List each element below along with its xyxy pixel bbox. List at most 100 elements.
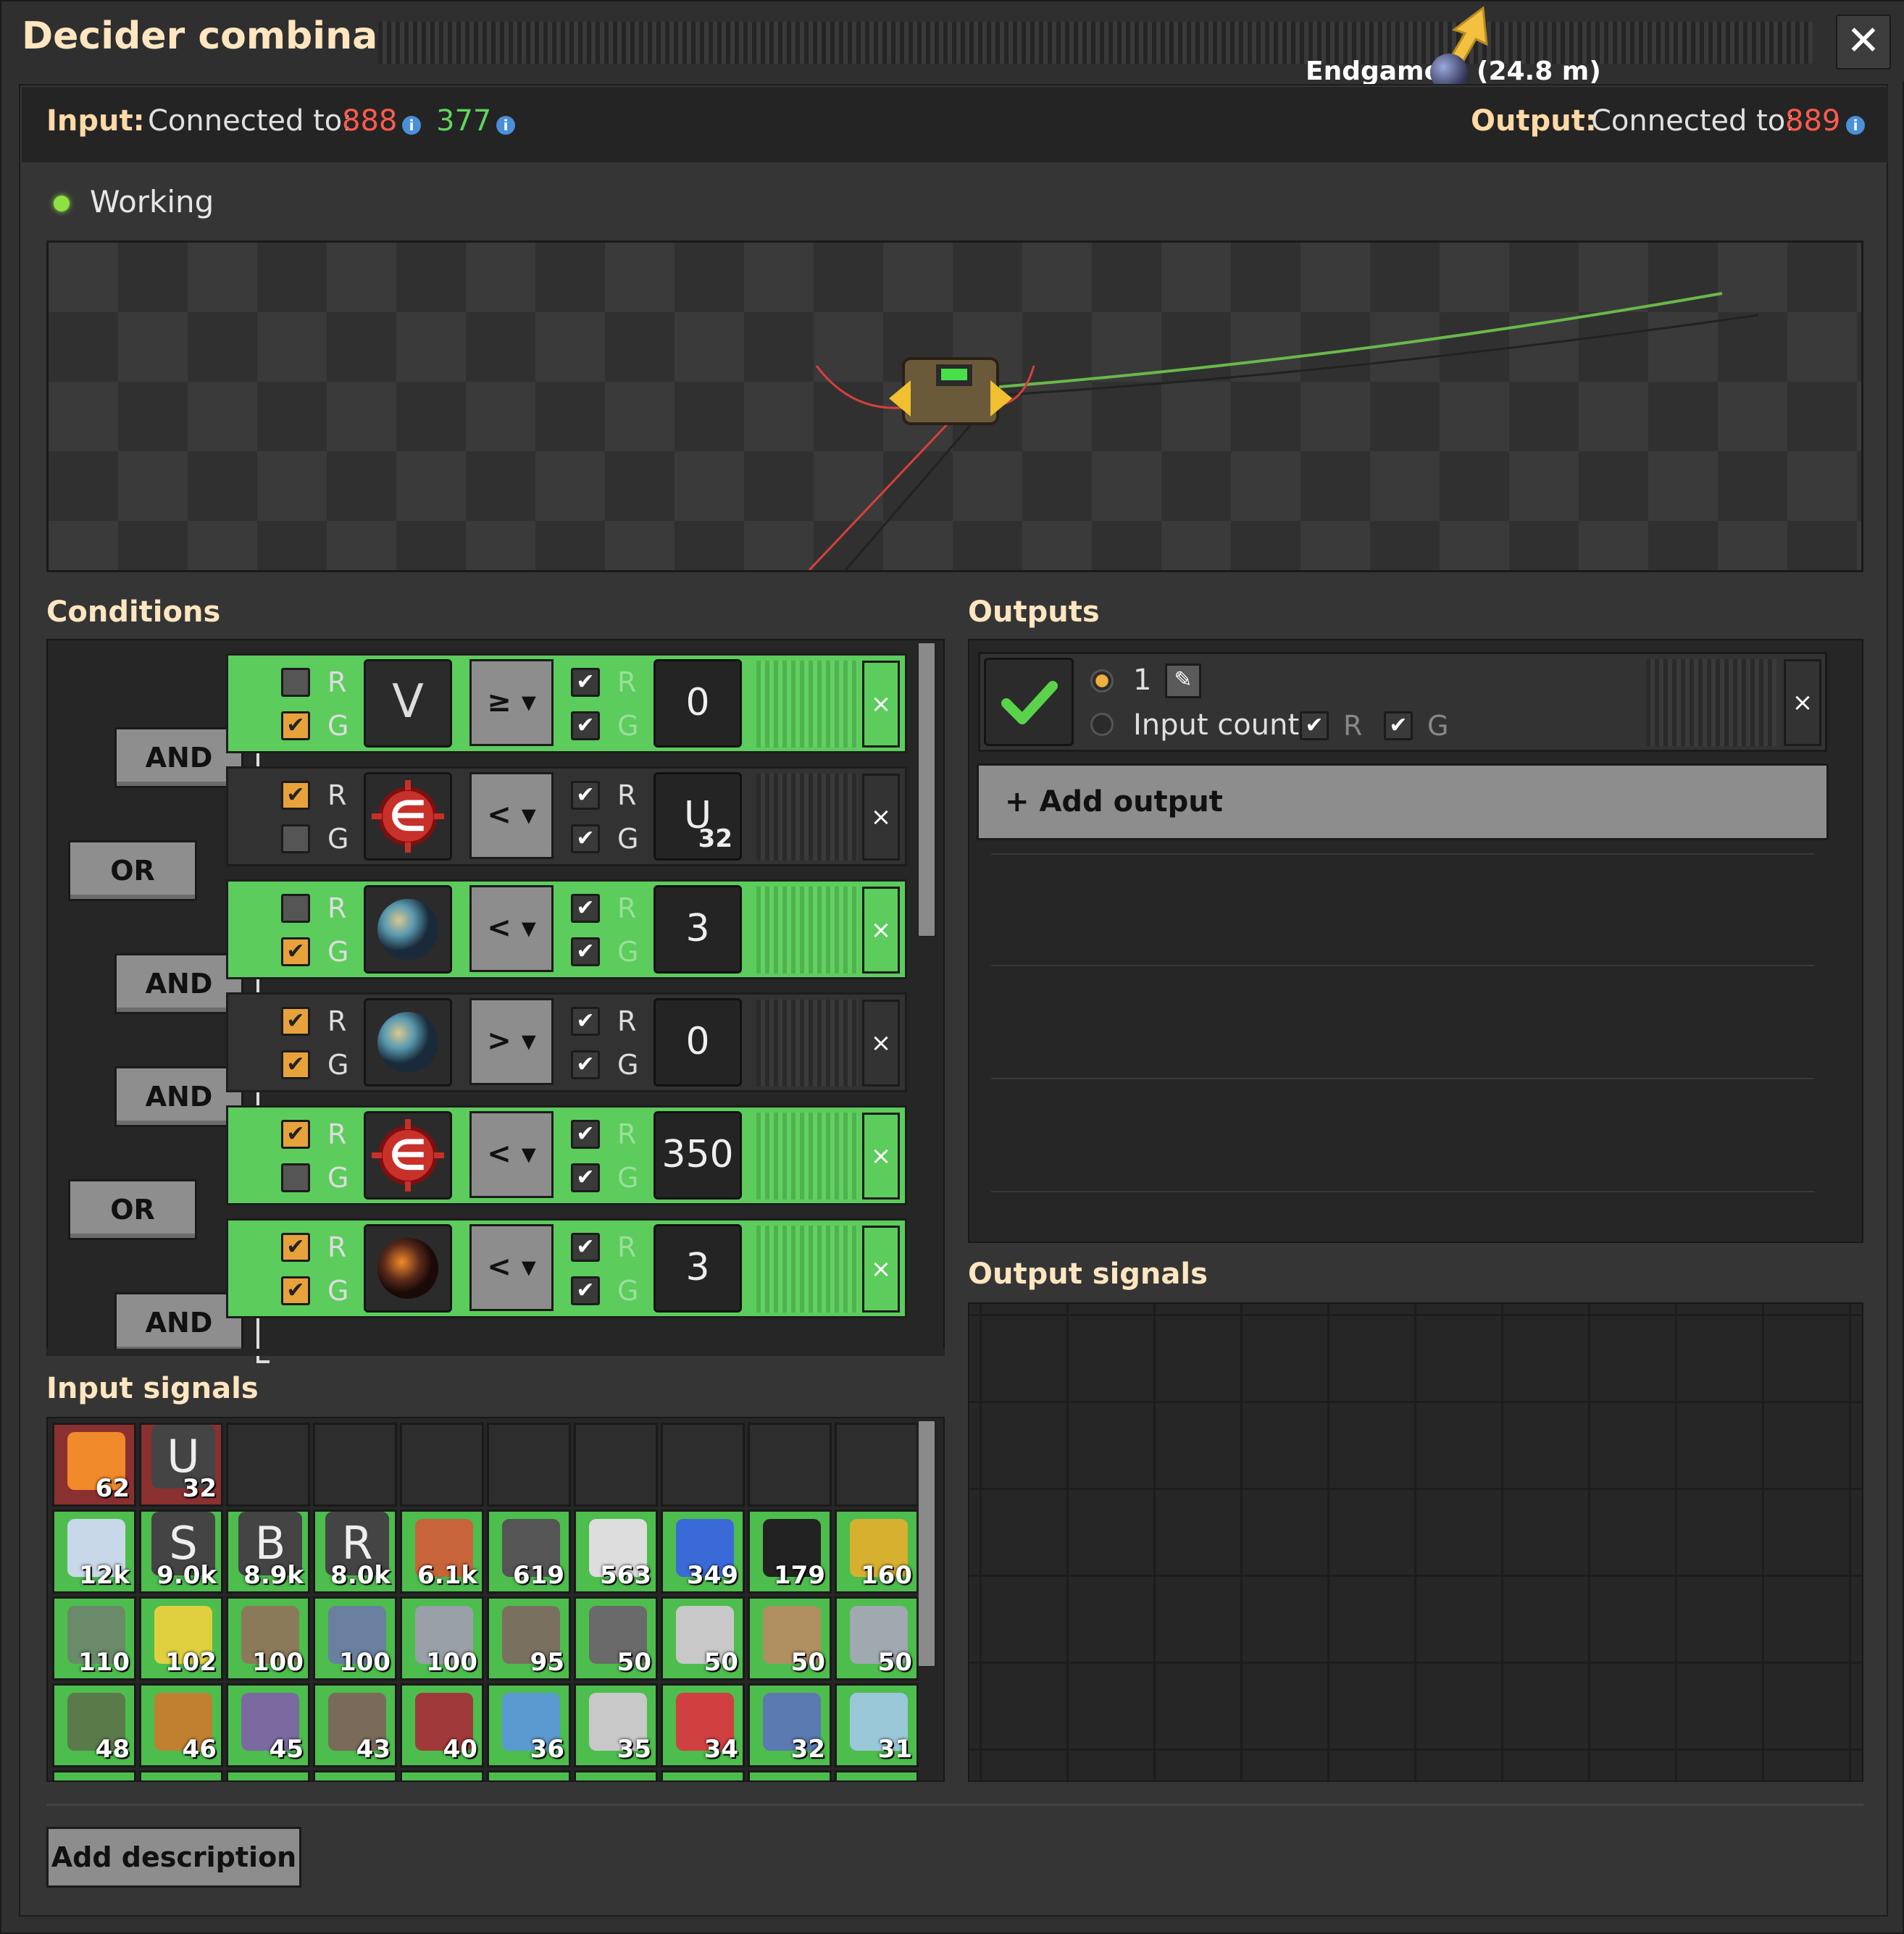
comparator-dropdown[interactable]: < ▾ [469,1224,554,1311]
output-green-checkbox[interactable]: ✔ [1384,711,1413,740]
left-red-checkbox[interactable]: ✔ [281,1120,310,1149]
input-signal-slot[interactable]: 43 [313,1683,397,1767]
right-red-checkbox[interactable]: ✔ [571,781,600,810]
right-green-checkbox[interactable]: ✔ [571,1276,600,1305]
right-green-checkbox[interactable]: ✔ [571,937,600,966]
add-description-button[interactable]: Add description [46,1827,301,1888]
remove-condition-button[interactable]: × [862,661,900,748]
input-signal-slot[interactable]: 62 [52,1423,136,1507]
condition-value-button[interactable]: 0 [654,659,742,748]
condition-value-button[interactable]: 3 [654,885,742,974]
input-signal-slot[interactable]: 110 [52,1596,136,1680]
output-constant-radio[interactable] [1090,669,1114,692]
input-signal-slot[interactable]: 31 [835,1683,919,1767]
input-signal-slot[interactable]: S 9.0k [139,1510,223,1594]
right-red-checkbox[interactable]: ✔ [571,1007,600,1036]
condition-signal-button[interactable]: V [364,659,452,748]
right-green-checkbox[interactable]: ✔ [571,1050,600,1079]
right-red-checkbox[interactable]: ✔ [571,1120,600,1149]
input-signal-slot[interactable]: 35 [574,1683,658,1767]
input-signal-slot[interactable] [661,1770,745,1780]
left-green-checkbox[interactable]: ✔ [281,711,310,740]
remove-condition-button[interactable]: × [862,1226,900,1313]
output-signal-button[interactable] [984,658,1074,746]
input-signal-slot[interactable] [748,1770,832,1780]
condition-signal-button[interactable] [364,998,452,1087]
input-signal-slot[interactable]: 100 [313,1596,397,1680]
logic-and-button[interactable]: AND [114,727,243,788]
remove-condition-button[interactable]: × [862,1000,900,1087]
info-icon[interactable]: i [496,116,515,135]
comparator-dropdown[interactable]: < ▾ [469,1111,554,1198]
left-red-checkbox[interactable] [281,668,310,697]
output-red-checkbox[interactable]: ✔ [1300,711,1329,740]
condition-signal-button[interactable]: ∈ [364,772,452,861]
input-signal-slot[interactable]: 100 [226,1596,310,1680]
info-icon[interactable]: i [1846,116,1865,135]
logic-or-button[interactable]: OR [68,1179,197,1240]
input-signal-slot[interactable] [835,1770,919,1780]
right-red-checkbox[interactable]: ✔ [571,894,600,923]
input-signal-slot[interactable]: U 32 [139,1423,223,1507]
input-signal-slot[interactable]: B 8.9k [226,1510,310,1594]
right-red-checkbox[interactable]: ✔ [571,1233,600,1262]
conditions-scrollbar[interactable] [917,642,936,937]
close-button[interactable]: ✕ [1836,14,1891,70]
left-red-checkbox[interactable]: ✔ [281,1233,310,1262]
output-input-count-radio[interactable] [1090,713,1114,736]
comparator-dropdown[interactable]: < ▾ [469,772,554,859]
left-red-checkbox[interactable]: ✔ [281,781,310,810]
input-signal-slot[interactable]: 36 [487,1683,571,1767]
condition-signal-button[interactable] [364,1224,452,1313]
input-signal-slot[interactable]: 179 [748,1510,832,1594]
input-signal-slot[interactable]: 50 [661,1596,745,1680]
input-signal-slot[interactable]: 6.1k [400,1510,484,1594]
input-signal-slot[interactable] [139,1770,223,1780]
remove-condition-button[interactable]: × [862,774,900,861]
input-signal-slot[interactable]: 50 [748,1596,832,1680]
right-green-checkbox[interactable]: ✔ [571,824,600,853]
condition-signal-button[interactable] [364,885,452,974]
input-signal-slot[interactable]: 50 [835,1596,919,1680]
input-signal-slot[interactable] [487,1770,571,1780]
input-signal-slot[interactable]: 619 [487,1510,571,1594]
add-output-button[interactable]: + Add output [977,763,1829,840]
left-green-checkbox[interactable]: ✔ [281,1050,310,1079]
comparator-dropdown[interactable]: > ▾ [469,998,554,1085]
input-signal-slot[interactable]: 102 [139,1596,223,1680]
input-signal-slot[interactable]: 160 [835,1510,919,1594]
output-red-network-id[interactable]: 889 [1785,104,1840,138]
input-signal-slot[interactable] [52,1770,136,1780]
left-red-checkbox[interactable] [281,894,310,923]
input-signal-slot[interactable]: 100 [400,1596,484,1680]
input-signal-slot[interactable]: 46 [139,1683,223,1767]
edit-value-button[interactable]: ✎ [1165,663,1201,698]
input-signal-slot[interactable] [313,1770,397,1780]
input-signal-slot[interactable]: 34 [661,1683,745,1767]
input-signal-slot[interactable]: 95 [487,1596,571,1680]
comparator-dropdown[interactable]: ≥ ▾ [469,659,554,746]
input-signal-slot[interactable]: 50 [574,1596,658,1680]
input-green-network-id[interactable]: 377 [436,104,491,138]
comparator-dropdown[interactable]: < ▾ [469,885,554,972]
condition-value-button[interactable]: 0 [654,998,742,1087]
entity-preview[interactable] [46,240,1863,572]
logic-and-button[interactable]: AND [114,1292,243,1353]
logic-and-button[interactable]: AND [114,953,243,1014]
left-red-checkbox[interactable]: ✔ [281,1007,310,1036]
input-red-network-id[interactable]: 888 [342,104,397,138]
condition-value-button[interactable]: 3 [654,1224,742,1313]
remove-condition-button[interactable]: × [862,1113,900,1200]
input-signal-slot[interactable]: 32 [748,1683,832,1767]
left-green-checkbox[interactable]: ✔ [281,1276,310,1305]
info-icon[interactable]: i [402,116,421,135]
input-signal-slot[interactable] [400,1770,484,1780]
condition-value-button[interactable]: 350 [654,1111,742,1200]
input-signal-slot[interactable]: 349 [661,1510,745,1594]
right-red-checkbox[interactable]: ✔ [571,668,600,697]
input-signal-slot[interactable]: 563 [574,1510,658,1594]
input-signal-slot[interactable]: 40 [400,1683,484,1767]
left-green-checkbox[interactable] [281,1163,310,1192]
input-signal-slot[interactable]: R 8.0k [313,1510,397,1594]
condition-signal-button[interactable]: ∈ [364,1111,452,1200]
